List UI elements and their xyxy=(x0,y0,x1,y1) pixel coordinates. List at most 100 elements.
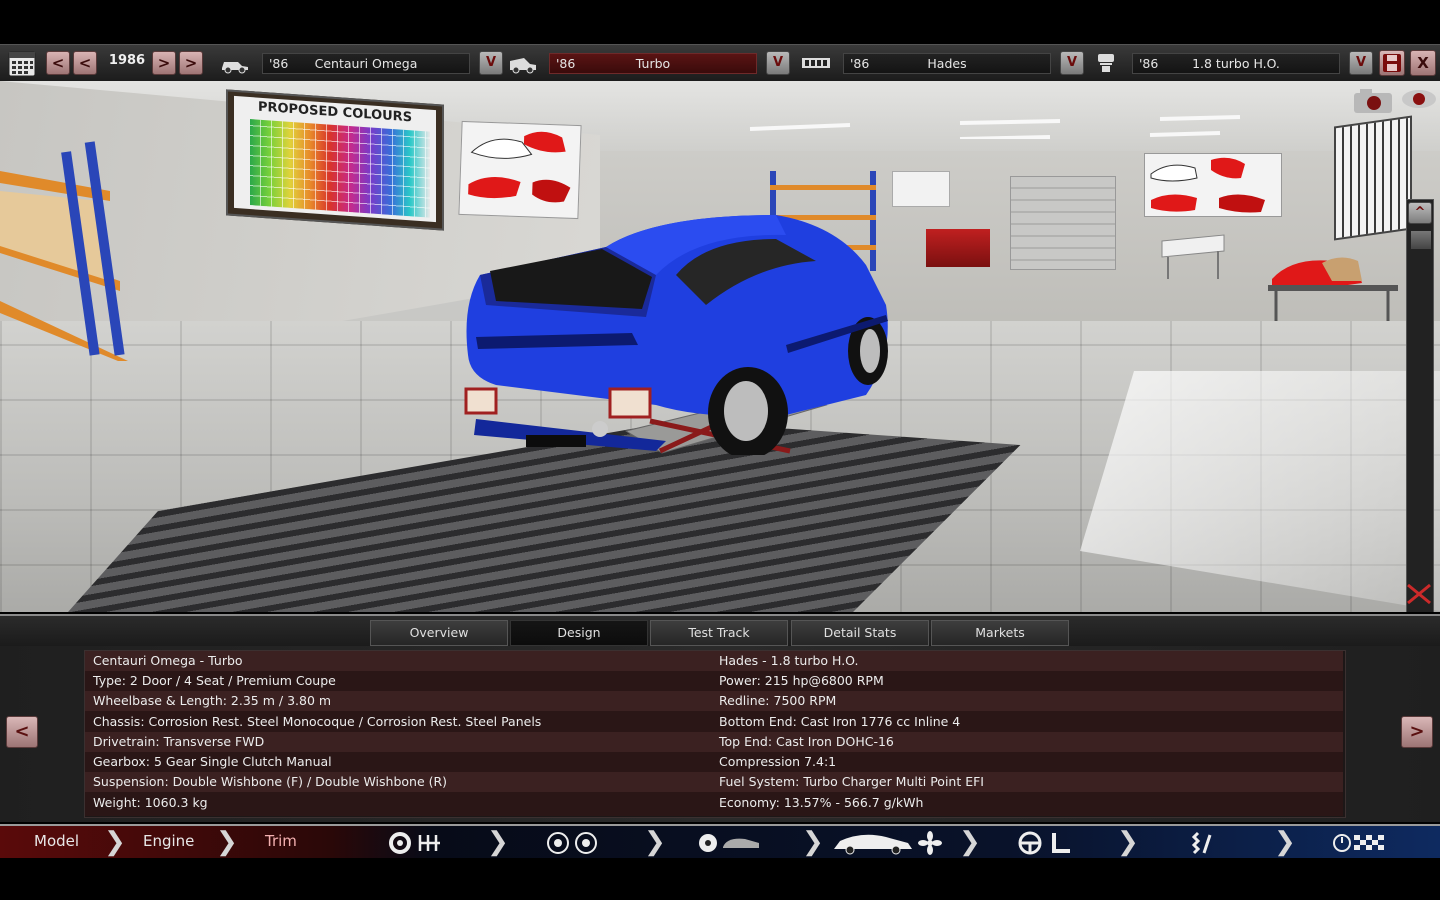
stat-row: Drivetrain: Transverse FWD Top End: Cast… xyxy=(85,732,1343,752)
nav-gearbox[interactable] xyxy=(388,831,444,855)
previous-page-button[interactable]: < xyxy=(6,716,38,748)
model-selector[interactable]: '86 Centauri Omega xyxy=(262,53,470,74)
stat-row: Suspension: Double Wishbone (F) / Double… xyxy=(85,772,1343,792)
top-toolbar: < < 1986 > > '86 Centauri Omega V '86 Tu… xyxy=(0,44,1440,82)
save-button[interactable] xyxy=(1379,50,1405,76)
proposed-colours-poster: PROPOSED COLOURS xyxy=(226,89,444,231)
stat-drivetrain: Drivetrain: Transverse FWD xyxy=(93,734,265,749)
stat-wheelbase: Wheelbase & Length: 2.35 m / 3.80 m xyxy=(93,693,332,708)
car-chassis-icon xyxy=(220,52,250,74)
nav-fixtures[interactable] xyxy=(832,831,944,855)
stat-row: Wheelbase & Length: 2.35 m / 3.80 m Redl… xyxy=(85,691,1343,711)
reset-view-icon[interactable] xyxy=(1404,581,1434,607)
chevron-right-icon: ❯ xyxy=(802,827,824,857)
chevron-right-icon: ❯ xyxy=(487,827,509,857)
nav-trim[interactable]: Trim xyxy=(265,826,297,858)
camera-icon[interactable] xyxy=(1352,87,1396,115)
stat-fuel-system: Fuel System: Turbo Charger Multi Point E… xyxy=(719,774,984,789)
engine-variant-dropdown-button[interactable]: V xyxy=(1349,51,1373,75)
wheels-icon xyxy=(547,832,597,854)
stat-bottom-end: Bottom End: Cast Iron 1776 cc Inline 4 xyxy=(719,714,961,729)
engine-title: Hades - 1.8 turbo H.O. xyxy=(719,653,859,668)
engine-variant-name: 1.8 turbo H.O. xyxy=(1192,56,1280,71)
nav-wheels[interactable] xyxy=(546,831,602,855)
year-back-button[interactable]: < xyxy=(73,51,97,75)
chevron-right-icon: ❯ xyxy=(1117,827,1139,857)
chevron-right-icon: ❯ xyxy=(1274,827,1296,857)
body-paint-icon xyxy=(699,834,759,852)
trim-name: Turbo xyxy=(635,56,671,71)
garage-door xyxy=(1010,176,1116,270)
eye-icon[interactable] xyxy=(1400,87,1438,111)
ceiling-lights xyxy=(740,99,1260,141)
suspension-icon xyxy=(1191,831,1212,855)
tab-test-track[interactable]: Test Track xyxy=(650,620,788,646)
stat-redline: Redline: 7500 RPM xyxy=(719,693,837,708)
car-fixtures-icon xyxy=(834,831,942,855)
save-icon xyxy=(1383,54,1401,72)
engine-block-icon xyxy=(800,52,832,74)
stat-weight: Weight: 1060.3 kg xyxy=(93,795,208,810)
stat-top-end: Top End: Cast Iron DOHC-16 xyxy=(719,734,894,749)
close-button[interactable]: X xyxy=(1410,50,1436,76)
tab-detail-stats[interactable]: Detail Stats xyxy=(791,620,929,646)
stat-suspension: Suspension: Double Wishbone (F) / Double… xyxy=(93,774,448,789)
tab-design[interactable]: Design xyxy=(510,620,648,646)
nav-testing[interactable] xyxy=(1332,831,1390,855)
garage-window xyxy=(1334,115,1412,241)
gearbox-icon xyxy=(389,832,440,854)
checkered-flag-icon xyxy=(1333,834,1384,852)
nav-engine[interactable]: Engine xyxy=(143,826,194,858)
storage-shelf-left xyxy=(0,141,140,361)
model-dropdown-button[interactable]: V xyxy=(479,51,503,75)
nav-body-paint[interactable] xyxy=(697,831,763,855)
car-sketch-poster-right xyxy=(1144,153,1282,217)
stat-row: Centauri Omega - Turbo Hades - 1.8 turbo… xyxy=(85,651,1343,671)
stat-chassis: Chassis: Corrosion Rest. Steel Monocoque… xyxy=(93,714,542,729)
engine-family-dropdown-button[interactable]: V xyxy=(1060,51,1084,75)
calendar-icon[interactable] xyxy=(8,49,36,77)
year-forward-button[interactable]: > xyxy=(152,51,176,75)
zoom-in-button[interactable]: ^ xyxy=(1408,202,1432,224)
info-tab-bar: Overview Design Test Track Detail Stats … xyxy=(0,614,1440,648)
chevron-right-icon: ❯ xyxy=(959,827,981,857)
zoom-slider-thumb[interactable] xyxy=(1410,230,1432,250)
colour-swatch-grid xyxy=(250,119,430,218)
stat-economy: Economy: 13.57% - 566.7 g/kWh xyxy=(719,795,924,810)
clay-model-table xyxy=(1262,241,1402,321)
nav-suspension[interactable] xyxy=(1188,831,1216,855)
red-toolbox xyxy=(926,229,990,267)
engine-family-selector[interactable]: '86 Hades xyxy=(843,53,1051,74)
whiteboard xyxy=(892,171,950,207)
car-title: Centauri Omega - Turbo xyxy=(93,653,243,668)
year-forward-fast-button[interactable]: > xyxy=(179,51,203,75)
tab-overview[interactable]: Overview xyxy=(370,620,508,646)
zoom-slider[interactable]: ^ v xyxy=(1406,199,1434,612)
car-model-3d[interactable] xyxy=(456,205,896,459)
garage-3d-viewport[interactable]: PROPOSED COLOURS ^ xyxy=(0,81,1440,612)
nav-interior[interactable] xyxy=(1016,831,1076,855)
drafting-table xyxy=(1158,231,1228,279)
design-stats-table: Centauri Omega - Turbo Hades - 1.8 turbo… xyxy=(84,650,1346,818)
year-back-fast-button[interactable]: < xyxy=(46,51,70,75)
year-display: 1986 xyxy=(108,53,146,68)
design-stage-nav: Model ❯ Engine ❯ Trim ❯ ❯ ❯ ❯ ❯ ❯ xyxy=(0,824,1440,858)
chevron-right-icon: ❯ xyxy=(104,827,126,857)
trim-selector[interactable]: '86 Turbo xyxy=(549,53,757,74)
trim-dropdown-button[interactable]: V xyxy=(766,51,790,75)
engine-family-name: Hades xyxy=(927,56,967,71)
stat-row: Weight: 1060.3 kg Economy: 13.57% - 566.… xyxy=(85,792,1343,816)
tab-markets[interactable]: Markets xyxy=(931,620,1069,646)
stat-row: Type: 2 Door / 4 Seat / Premium Coupe Po… xyxy=(85,671,1343,691)
chevron-right-icon: ❯ xyxy=(216,827,238,857)
stat-row: Gearbox: 5 Gear Single Clutch Manual Com… xyxy=(85,752,1343,772)
stat-power: Power: 215 hp@6800 RPM xyxy=(719,673,884,688)
next-page-button[interactable]: > xyxy=(1401,716,1433,748)
nav-model[interactable]: Model xyxy=(34,826,79,858)
stat-type: Type: 2 Door / 4 Seat / Premium Coupe xyxy=(93,673,336,688)
engine-variant-selector[interactable]: '86 1.8 turbo H.O. xyxy=(1132,53,1340,74)
model-name: Centauri Omega xyxy=(314,56,418,71)
interior-icon xyxy=(1018,831,1070,855)
stat-row: Chassis: Corrosion Rest. Steel Monocoque… xyxy=(85,711,1343,732)
stat-compression: Compression 7.4:1 xyxy=(719,754,837,769)
